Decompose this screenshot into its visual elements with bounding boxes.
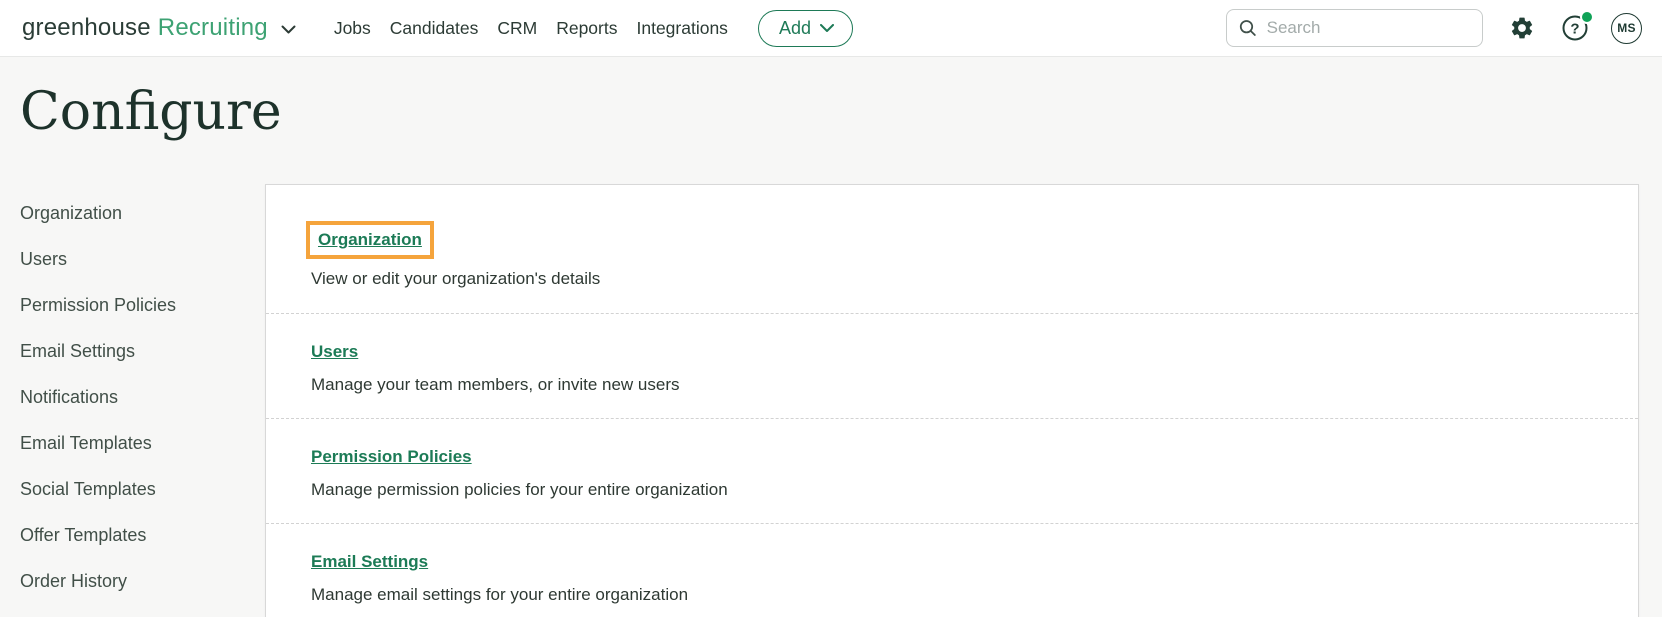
sidebar-item-social-templates[interactable]: Social Templates bbox=[20, 477, 176, 501]
sidebar-item-email-templates[interactable]: Email Templates bbox=[20, 431, 176, 455]
section-users: Users Manage your team members, or invit… bbox=[266, 314, 1638, 419]
primary-nav: Jobs Candidates CRM Reports Integrations bbox=[334, 0, 728, 57]
top-nav-bar: greenhouse Recruiting Jobs Candidates CR… bbox=[0, 0, 1662, 57]
section-description: Manage permission policies for your enti… bbox=[311, 480, 728, 499]
configure-panel: Organization View or edit your organizat… bbox=[265, 184, 1639, 617]
section-permission-policies: Permission Policies Manage permission po… bbox=[266, 419, 1638, 524]
email-settings-link[interactable]: Email Settings bbox=[311, 552, 428, 571]
sidebar-item-offer-templates[interactable]: Offer Templates bbox=[20, 523, 176, 547]
sidebar-item-order-history[interactable]: Order History bbox=[20, 569, 176, 593]
avatar-initials: MS bbox=[1617, 21, 1636, 35]
users-link[interactable]: Users bbox=[311, 342, 358, 361]
app-logo[interactable]: greenhouse Recruiting bbox=[22, 14, 296, 42]
configure-sidebar: Organization Users Permission Policies E… bbox=[20, 201, 176, 615]
nav-item-jobs[interactable]: Jobs bbox=[334, 0, 371, 57]
chevron-down-icon bbox=[819, 24, 834, 32]
section-description: View or edit your organization's details bbox=[311, 269, 601, 288]
sidebar-item-organization[interactable]: Organization bbox=[20, 201, 176, 225]
sidebar-item-users[interactable]: Users bbox=[20, 247, 176, 271]
nav-item-reports[interactable]: Reports bbox=[556, 0, 617, 57]
add-button[interactable]: Add bbox=[757, 9, 853, 47]
chevron-down-icon bbox=[281, 25, 296, 34]
add-button-label: Add bbox=[778, 17, 811, 38]
section-description: Manage your team members, or invite new … bbox=[311, 375, 680, 394]
help-icon[interactable]: ? bbox=[1561, 12, 1592, 42]
nav-item-crm[interactable]: CRM bbox=[497, 0, 537, 57]
search-input[interactable] bbox=[1266, 18, 1470, 38]
organization-link[interactable]: Organization bbox=[318, 230, 422, 249]
user-avatar[interactable]: MS bbox=[1611, 12, 1642, 44]
section-email-settings: Email Settings Manage email settings for… bbox=[266, 524, 1638, 617]
page-title: Configure bbox=[20, 82, 282, 142]
settings-gear-icon[interactable] bbox=[1509, 15, 1535, 41]
notification-dot bbox=[1582, 12, 1592, 22]
sidebar-item-email-settings[interactable]: Email Settings bbox=[20, 339, 176, 363]
nav-item-integrations[interactable]: Integrations bbox=[636, 0, 727, 57]
global-search[interactable] bbox=[1226, 9, 1483, 47]
sidebar-item-notifications[interactable]: Notifications bbox=[20, 385, 176, 409]
sidebar-item-permission-policies[interactable]: Permission Policies bbox=[20, 293, 176, 317]
help-question-glyph: ? bbox=[1570, 21, 1579, 38]
logo-product-text: Recruiting bbox=[157, 14, 268, 41]
section-organization: Organization View or edit your organizat… bbox=[266, 185, 1638, 314]
search-icon bbox=[1239, 20, 1256, 36]
logo-brand-text: greenhouse bbox=[22, 14, 151, 41]
section-description: Manage email settings for your entire or… bbox=[311, 585, 689, 604]
permission-policies-link[interactable]: Permission Policies bbox=[311, 447, 472, 466]
click-highlight-box: Organization bbox=[306, 221, 434, 259]
nav-item-candidates[interactable]: Candidates bbox=[390, 0, 479, 57]
